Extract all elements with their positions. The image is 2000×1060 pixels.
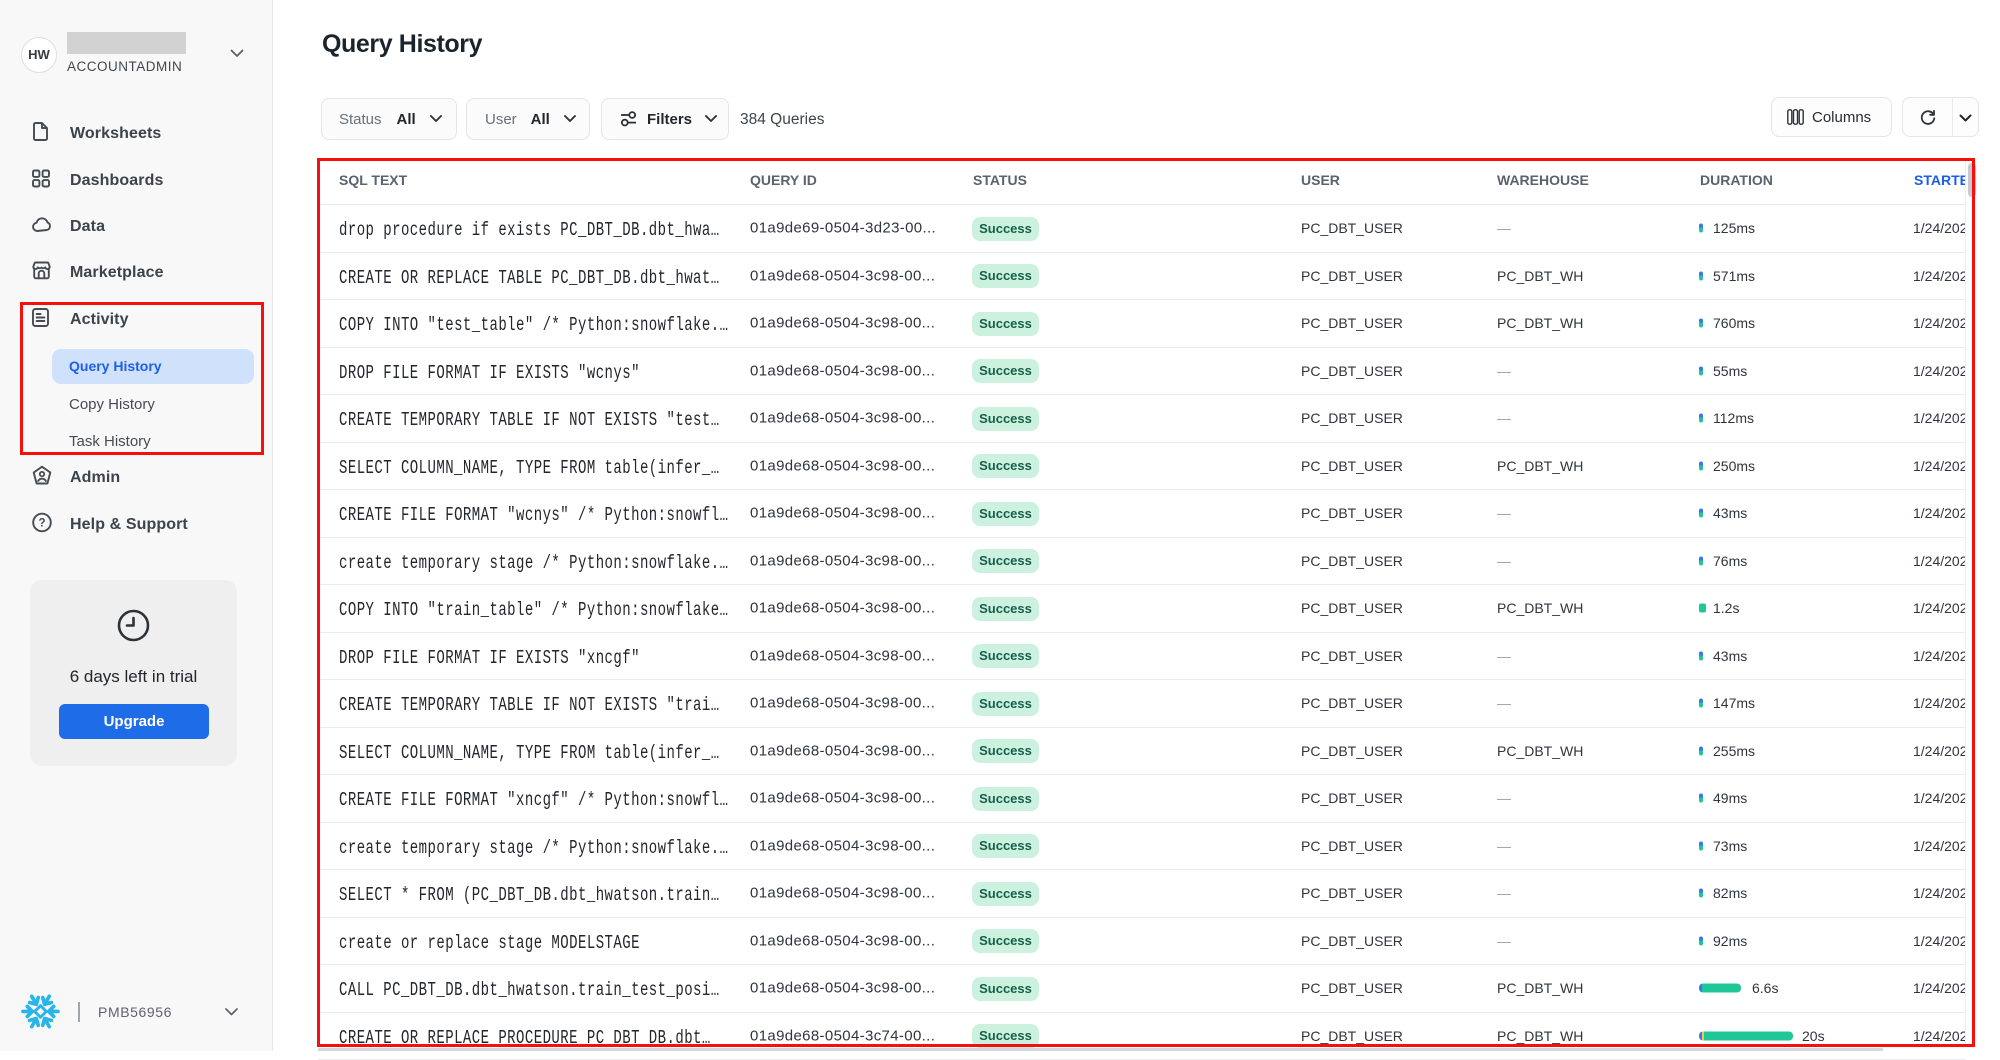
svg-text:?: ? [38,517,45,529]
